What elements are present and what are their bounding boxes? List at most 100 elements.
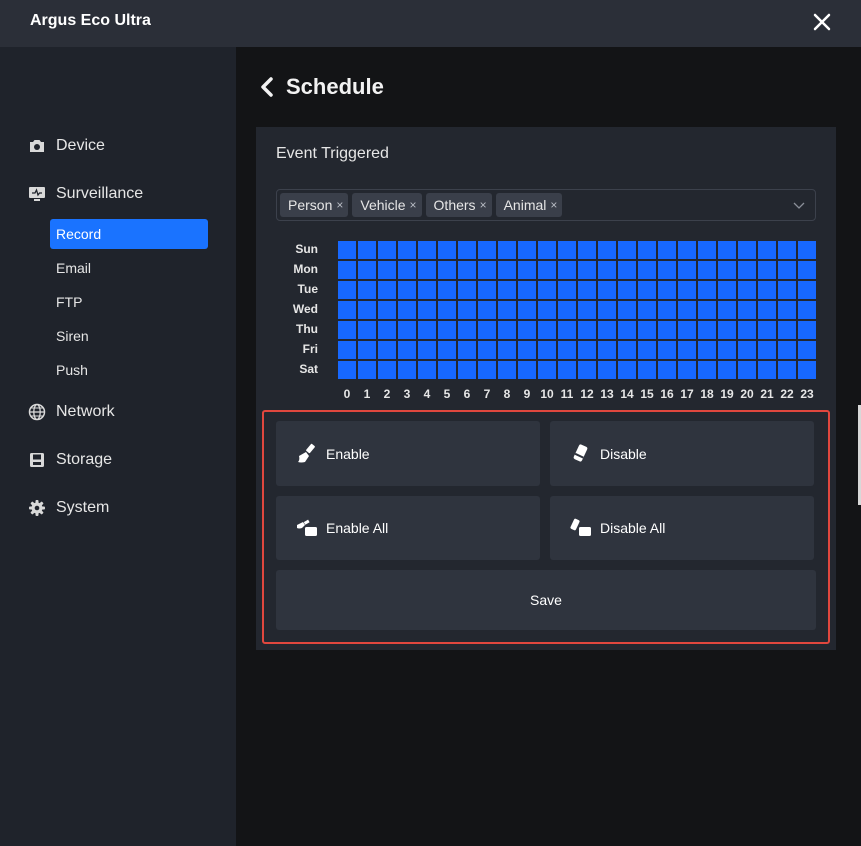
schedule-cell[interactable] [618,241,636,259]
schedule-cell[interactable] [538,321,556,339]
chevron-left-icon[interactable] [258,75,276,99]
schedule-cell[interactable] [518,261,536,279]
schedule-cell[interactable] [498,361,516,379]
schedule-cell[interactable] [458,281,476,299]
close-button[interactable] [806,8,838,38]
schedule-cell[interactable] [578,301,596,319]
schedule-cell[interactable] [458,241,476,259]
schedule-cell[interactable] [398,261,416,279]
schedule-cell[interactable] [718,301,736,319]
schedule-cell[interactable] [378,241,396,259]
schedule-cell[interactable] [398,321,416,339]
schedule-cell[interactable] [518,341,536,359]
schedule-cell[interactable] [638,361,656,379]
schedule-cell[interactable] [778,341,796,359]
schedule-cell[interactable] [518,301,536,319]
schedule-cell[interactable] [438,321,456,339]
schedule-cell[interactable] [438,301,456,319]
schedule-cell[interactable] [558,341,576,359]
schedule-cell[interactable] [358,241,376,259]
schedule-cell[interactable] [438,281,456,299]
schedule-cell[interactable] [358,361,376,379]
schedule-cell[interactable] [518,241,536,259]
tag-remove-icon[interactable]: × [550,198,557,212]
schedule-cell[interactable] [678,241,696,259]
schedule-cell[interactable] [558,241,576,259]
schedule-cell[interactable] [378,321,396,339]
schedule-cell[interactable] [738,321,756,339]
schedule-cell[interactable] [678,321,696,339]
schedule-cell[interactable] [498,301,516,319]
schedule-cell[interactable] [698,361,716,379]
schedule-cell[interactable] [558,321,576,339]
schedule-cell[interactable] [438,261,456,279]
schedule-cell[interactable] [658,341,676,359]
schedule-cell[interactable] [358,261,376,279]
schedule-cell[interactable] [378,261,396,279]
schedule-cell[interactable] [718,261,736,279]
schedule-cell[interactable] [538,361,556,379]
schedule-cell[interactable] [358,341,376,359]
disable-all-button[interactable]: Disable All [550,496,814,560]
schedule-cell[interactable] [778,321,796,339]
schedule-cell[interactable] [598,301,616,319]
schedule-cell[interactable] [778,361,796,379]
schedule-cell[interactable] [618,361,636,379]
schedule-cell[interactable] [378,301,396,319]
schedule-cell[interactable] [658,301,676,319]
schedule-cell[interactable] [598,341,616,359]
schedule-cell[interactable] [638,341,656,359]
schedule-cell[interactable] [438,341,456,359]
sidebar-subitem-record[interactable]: Record [50,219,208,249]
schedule-cell[interactable] [478,301,496,319]
schedule-cell[interactable] [798,301,816,319]
schedule-cell[interactable] [798,361,816,379]
schedule-cell[interactable] [418,241,436,259]
schedule-cell[interactable] [658,321,676,339]
schedule-cell[interactable] [778,241,796,259]
schedule-cell[interactable] [778,301,796,319]
schedule-cell[interactable] [758,261,776,279]
sidebar-subitem-push[interactable]: Push [50,355,208,385]
schedule-cell[interactable] [698,321,716,339]
schedule-cell[interactable] [758,281,776,299]
schedule-cell[interactable] [338,261,356,279]
schedule-cell[interactable] [618,301,636,319]
schedule-cell[interactable] [598,321,616,339]
schedule-cell[interactable] [678,361,696,379]
schedule-cell[interactable] [538,241,556,259]
schedule-cell[interactable] [658,281,676,299]
schedule-cell[interactable] [718,321,736,339]
schedule-cell[interactable] [618,341,636,359]
schedule-cell[interactable] [738,241,756,259]
schedule-cell[interactable] [518,281,536,299]
schedule-cell[interactable] [358,321,376,339]
enable-button[interactable]: Enable [276,421,540,486]
schedule-cell[interactable] [758,241,776,259]
schedule-cell[interactable] [398,281,416,299]
schedule-cell[interactable] [578,261,596,279]
schedule-cell[interactable] [618,261,636,279]
save-button[interactable]: Save [276,570,816,630]
schedule-cell[interactable] [578,361,596,379]
schedule-cell[interactable] [738,301,756,319]
schedule-cell[interactable] [438,241,456,259]
schedule-cell[interactable] [798,261,816,279]
schedule-cell[interactable] [678,281,696,299]
schedule-cell[interactable] [498,341,516,359]
schedule-cell[interactable] [358,281,376,299]
schedule-cell[interactable] [418,261,436,279]
schedule-cell[interactable] [758,361,776,379]
schedule-cell[interactable] [738,341,756,359]
schedule-cell[interactable] [578,241,596,259]
disable-button[interactable]: Disable [550,421,814,486]
schedule-cell[interactable] [478,241,496,259]
schedule-cell[interactable] [738,281,756,299]
schedule-cell[interactable] [558,301,576,319]
schedule-cell[interactable] [438,361,456,379]
schedule-cell[interactable] [798,241,816,259]
sidebar-item-network[interactable]: Network [28,400,115,424]
schedule-cell[interactable] [398,241,416,259]
schedule-cell[interactable] [678,301,696,319]
sidebar-item-surveillance[interactable]: Surveillance [28,182,143,206]
